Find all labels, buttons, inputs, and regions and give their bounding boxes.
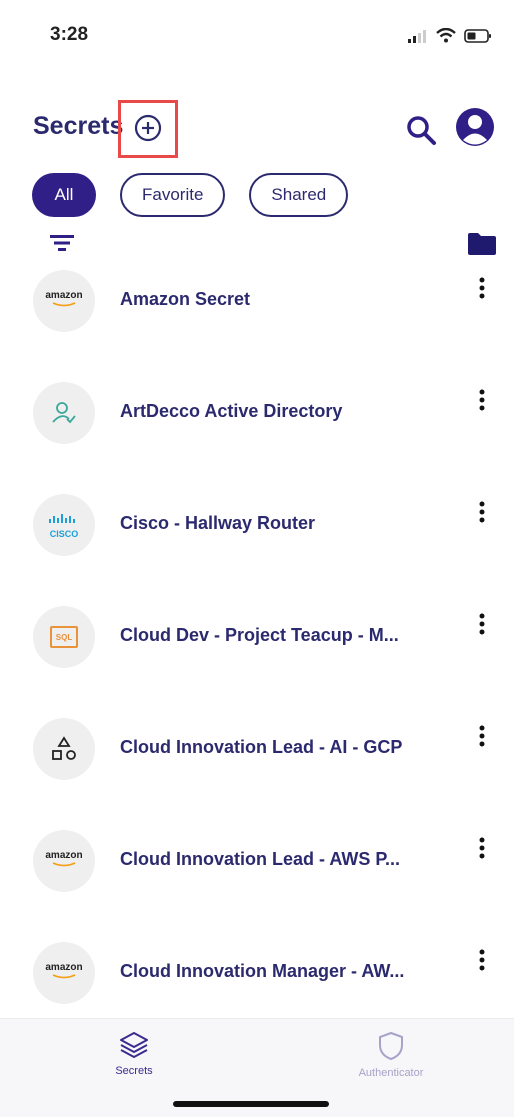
secret-row[interactable]: amazon Amazon Secret	[0, 245, 514, 357]
status-time: 3:28	[50, 24, 89, 45]
amazon-logo-icon: amazon	[33, 270, 95, 332]
status-bar: 3:28	[0, 0, 514, 70]
shield-icon	[379, 1032, 403, 1060]
secret-row[interactable]: ArtDecco Active Directory	[0, 357, 514, 469]
more-options-icon[interactable]	[472, 947, 492, 975]
shapes-icon	[33, 718, 95, 780]
secret-row[interactable]: Cloud Innovation Lead - AI - GCP	[0, 693, 514, 805]
secret-row[interactable]: amazon Cloud Innovation Manager - AW...	[0, 917, 514, 1029]
more-options-icon[interactable]	[472, 611, 492, 639]
secret-row[interactable]: amazon Cloud Innovation Lead - AWS P...	[0, 805, 514, 917]
user-check-icon	[33, 382, 95, 444]
search-icon[interactable]	[405, 114, 437, 146]
secret-name: Cloud Innovation Manager - AW...	[120, 961, 405, 981]
status-icons	[408, 28, 492, 43]
sql-logo-text: SQL	[55, 632, 73, 642]
battery-icon	[464, 28, 491, 43]
profile-icon[interactable]	[455, 107, 495, 147]
header: Secrets	[0, 100, 514, 160]
more-options-icon[interactable]	[472, 835, 492, 863]
filter-favorite-chip[interactable]: Favorite	[120, 173, 226, 217]
home-indicator	[173, 1101, 329, 1107]
cisco-logo-icon: CISCO	[33, 494, 95, 556]
nav-label-authenticator: Authenticator	[358, 1067, 424, 1079]
amazon-logo-text: amazon	[45, 850, 83, 861]
more-options-icon[interactable]	[472, 499, 492, 527]
secret-name: Cloud Innovation Lead - AI - GCP	[120, 737, 403, 757]
sql-icon: SQL	[33, 606, 95, 668]
signal-icon	[408, 29, 426, 43]
amazon-logo-icon: amazon	[33, 942, 95, 1004]
secret-name: Cisco - Hallway Router	[120, 513, 316, 533]
layers-icon	[120, 1032, 148, 1058]
secrets-list: amazon Amazon Secret ArtDecco Active Dir…	[0, 245, 514, 1029]
more-options-icon[interactable]	[472, 723, 492, 751]
secret-row[interactable]: CISCO Cisco - Hallway Router	[0, 469, 514, 581]
nav-label-secrets: Secrets	[115, 1065, 153, 1077]
secret-name: Amazon Secret	[120, 289, 251, 309]
secret-row[interactable]: SQL Cloud Dev - Project Teacup - M...	[0, 581, 514, 693]
filter-shared-chip[interactable]: Shared	[249, 173, 349, 217]
amazon-logo-text: amazon	[45, 290, 83, 301]
filter-chips: All Favorite Shared	[32, 173, 349, 217]
nav-tab-authenticator[interactable]: Authenticator	[321, 1031, 461, 1079]
nav-tab-secrets[interactable]: Secrets	[64, 1031, 204, 1077]
wifi-icon	[436, 28, 456, 43]
cisco-logo-text: CISCO	[49, 529, 79, 539]
filter-all-chip[interactable]: All	[32, 173, 96, 217]
secret-name: ArtDecco Active Directory	[120, 401, 343, 421]
more-options-icon[interactable]	[472, 387, 492, 415]
amazon-logo-icon: amazon	[33, 830, 95, 892]
more-options-icon[interactable]	[472, 275, 492, 303]
page-title: Secrets	[33, 112, 124, 140]
secret-name: Cloud Innovation Lead - AWS P...	[120, 849, 401, 869]
add-secret-icon[interactable]	[134, 114, 162, 142]
secret-name: Cloud Dev - Project Teacup - M...	[120, 625, 399, 645]
amazon-logo-text: amazon	[45, 962, 83, 973]
